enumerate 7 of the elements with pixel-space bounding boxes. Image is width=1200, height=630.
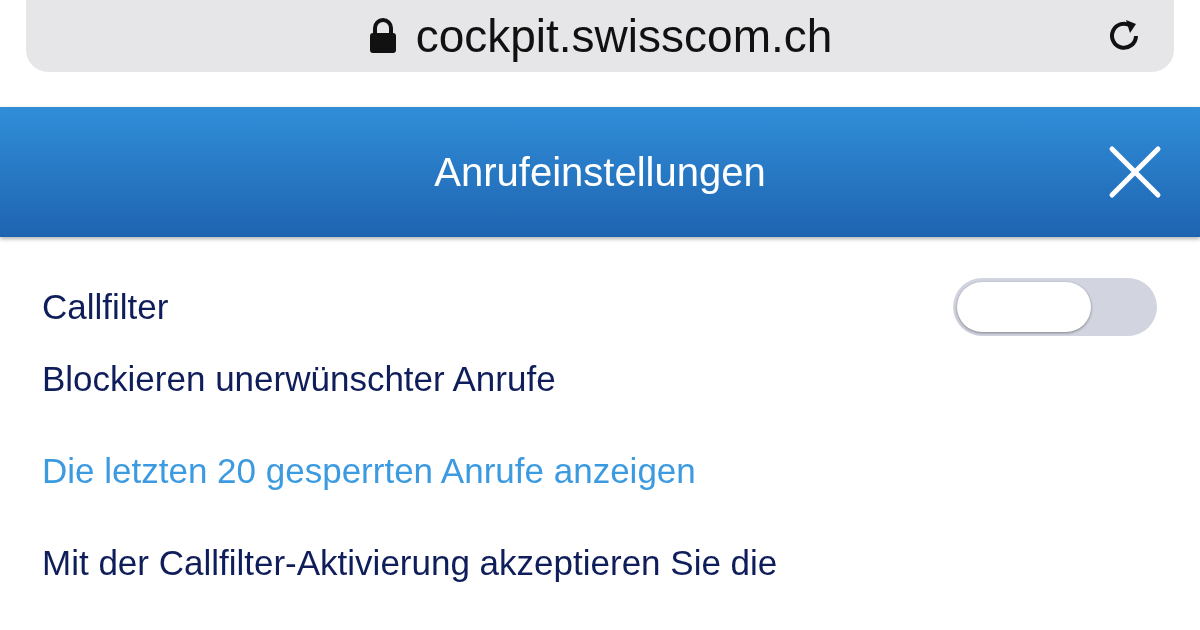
callfilter-label: Callfilter xyxy=(42,285,169,328)
description-text: Blockieren unerwünschter Anrufe xyxy=(42,361,557,396)
address-bar[interactable]: cockpit.swisscom.ch xyxy=(26,0,1174,72)
header-title: Anrufeinstellungen xyxy=(434,149,766,196)
lock-icon xyxy=(367,18,398,54)
notice-text: Mit der Callfilter-Aktivierung akzeptieren Sie die xyxy=(42,545,779,580)
close-icon[interactable] xyxy=(1108,145,1162,199)
